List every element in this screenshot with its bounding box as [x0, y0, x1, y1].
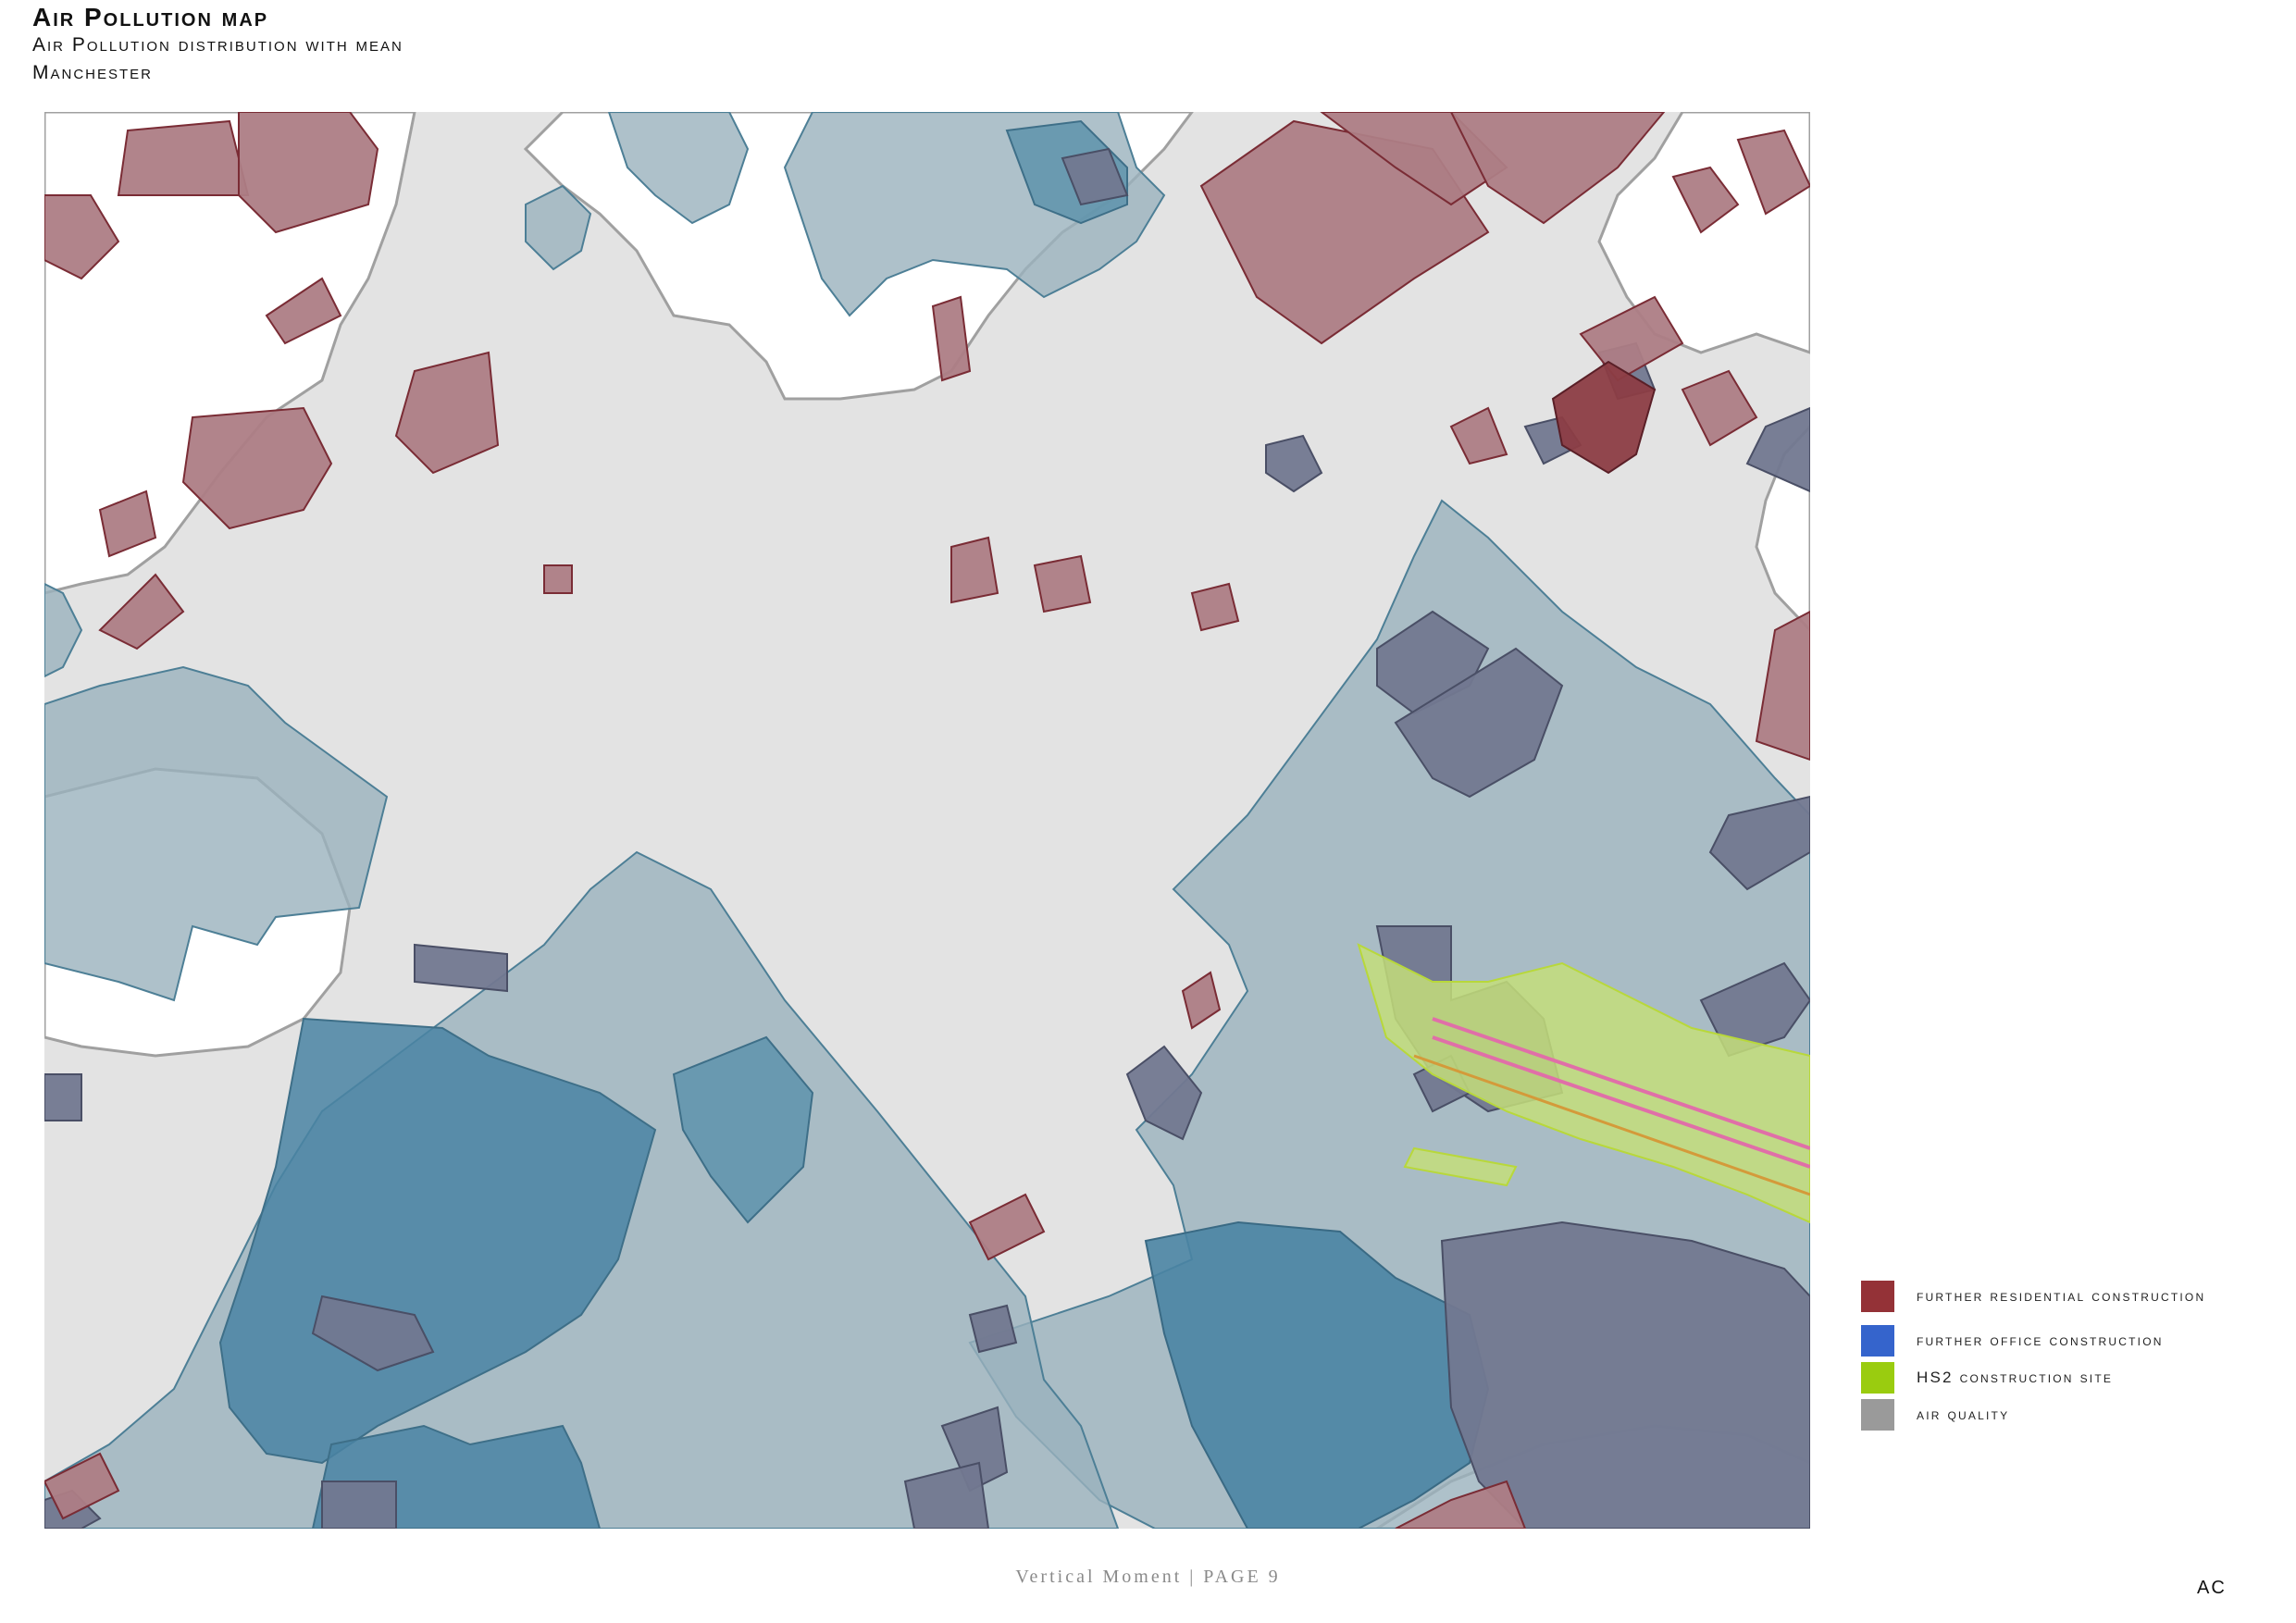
office-building-east-large	[1440, 1220, 1810, 1529]
office-building-west-1	[414, 943, 508, 993]
legend-label-hs2: HS2 construction site	[1917, 1369, 2114, 1386]
map-subtitle: Air Pollution distribution with mean	[32, 34, 403, 56]
map-title: Air Pollution map	[32, 3, 269, 31]
legend-swatch-residential	[1861, 1281, 1894, 1312]
legend-swatch-office	[1861, 1325, 1894, 1357]
page-footer: Vertical Moment | PAGE 9	[1015, 1567, 1281, 1587]
map-canvas	[44, 112, 1810, 1529]
legend-label-residential: further residential construction	[1917, 1287, 2206, 1305]
legend-label-office: further office construction	[1917, 1332, 2164, 1349]
legend-label-air-quality: air quality	[1917, 1406, 2010, 1423]
author-initials: AC	[2197, 1578, 2227, 1598]
office-building-south-2	[968, 1304, 1018, 1354]
legend-swatch-hs2	[1861, 1362, 1894, 1394]
map-city: Manchester	[32, 62, 154, 83]
residential-nw-1	[117, 119, 250, 196]
legend-swatch-air-quality	[1861, 1399, 1894, 1431]
legend-item-hs2: HS2 construction site	[1861, 1362, 2277, 1394]
legend-item-residential: further residential construction	[1861, 1281, 2277, 1312]
office-building-south-5	[321, 1481, 397, 1529]
legend-item-air-quality: air quality	[1861, 1399, 2277, 1431]
residential-center-1	[950, 536, 999, 604]
residential-center-2	[1033, 554, 1092, 613]
residential-center-4	[543, 564, 573, 594]
legend-item-office: further office construction	[1861, 1325, 2277, 1357]
residential-center-7	[1190, 582, 1240, 632]
page-header: Air Pollution map Air Pollution distribu…	[32, 4, 403, 87]
map-view[interactable]	[44, 112, 1810, 1529]
office-building-west-2	[44, 1073, 82, 1121]
